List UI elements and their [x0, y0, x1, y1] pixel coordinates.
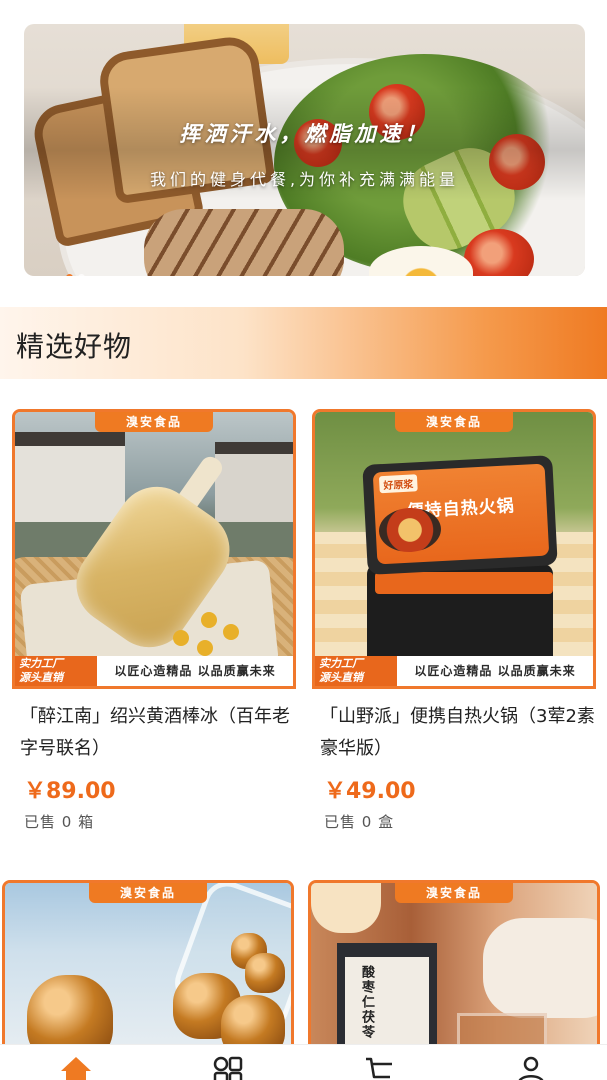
banner-subtitle: 我们的健身代餐,为你补充满满能量: [149, 170, 460, 189]
tab-home[interactable]: [0, 1045, 152, 1080]
product-price: ￥49.00: [324, 779, 416, 804]
tab-profile[interactable]: [455, 1045, 607, 1080]
category-icon: [213, 1056, 242, 1080]
banner-overlay: [24, 24, 585, 276]
product-card-4[interactable]: 酸枣仁茯苓 溴安食品: [308, 880, 600, 1060]
home-icon: [60, 1057, 91, 1080]
factory-badge-text: 实力工厂 源头直销: [319, 657, 363, 684]
product-sold-count: 已售 0 盒: [324, 813, 395, 831]
carousel-dot[interactable]: [78, 274, 85, 276]
promo-strip: 实力工厂 源头直销 以匠心造精品 以品质赢未来: [315, 656, 593, 686]
product-card-1[interactable]: 溴安食品 实力工厂 源头直销 以匠心造精品 以品质赢未来 「醉江南」绍兴黄酒棒冰…: [12, 409, 296, 832]
factory-badge: 实力工厂 源头直销: [15, 656, 97, 686]
product-image[interactable]: 好原浆 便持自热火锅 溴安食品 实力工厂 源头直销 以匠心造精品 以品质赢未来: [312, 409, 596, 689]
slogan: 以匠心造精品 以品质赢未来: [97, 656, 293, 686]
profile-icon: [518, 1056, 544, 1080]
section-header: 精选好物: [0, 307, 607, 379]
product-name[interactable]: 「山野派」便携自热火锅（3荤2素豪华版）: [312, 701, 602, 765]
product-card-2[interactable]: 好原浆 便持自热火锅 溴安食品 实力工厂 源头直销 以匠心造精品 以品质赢未来 …: [312, 409, 596, 832]
bottom-tab-bar: [0, 1044, 607, 1080]
tab-cart[interactable]: [304, 1045, 456, 1080]
banner-title: 挥洒汗水，燃脂加速！: [179, 122, 430, 146]
page: 挥洒汗水，燃脂加速！ 我们的健身代餐,为你补充满满能量 精选好物 溴安食品 实力…: [0, 0, 607, 1080]
product-card-3[interactable]: 溴安食品: [2, 880, 294, 1060]
banner-carousel[interactable]: 挥洒汗水，燃脂加速！ 我们的健身代餐,为你补充满满能量: [24, 24, 585, 276]
promo-strip: 实力工厂 源头直销 以匠心造精品 以品质赢未来: [15, 656, 293, 686]
product-name[interactable]: 「醉江南」绍兴黄酒棒冰（百年老字号联名）: [12, 701, 302, 765]
product-sold-count: 已售 0 箱: [24, 813, 95, 831]
cart-icon: [366, 1057, 393, 1079]
brand-tag: 溴安食品: [395, 412, 513, 432]
section-title: 精选好物: [16, 330, 133, 363]
brand-tag: 溴安食品: [395, 883, 513, 903]
product-image[interactable]: 溴安食品 实力工厂 源头直销 以匠心造精品 以品质赢未来: [12, 409, 296, 689]
factory-badge: 实力工厂 源头直销: [315, 656, 397, 686]
brand-tag: 溴安食品: [95, 412, 213, 432]
product-price: ￥89.00: [24, 779, 116, 804]
package-brand: 好原浆: [378, 474, 418, 494]
brand-tag: 溴安食品: [89, 883, 207, 903]
tea-box-image: 酸枣仁茯苓: [337, 943, 437, 1057]
package-text: 酸枣仁茯苓: [359, 965, 374, 1040]
carousel-dots: [66, 274, 85, 276]
factory-badge-text: 实力工厂 源头直销: [19, 657, 63, 684]
tab-category[interactable]: [152, 1045, 304, 1080]
slogan: 以匠心造精品 以品质赢未来: [397, 656, 593, 686]
carousel-dot-active[interactable]: [66, 274, 73, 276]
